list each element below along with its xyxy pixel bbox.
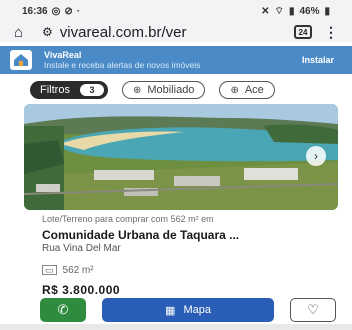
next-photo-button[interactable]: › <box>306 146 326 166</box>
filter-chip-label: Ace <box>244 84 264 96</box>
vivareal-logo <box>10 50 32 70</box>
listing-kind: Lote/Terreno para comprar com 562 m² em <box>42 214 214 224</box>
battery-level: 46% <box>299 5 320 17</box>
listing-area: ▭ 562 m² <box>42 261 342 279</box>
plus-icon: ⊕ <box>230 84 239 96</box>
map-icon: ▦ <box>165 304 176 317</box>
map-button-label: Mapa <box>183 304 211 316</box>
page-bottom-edge <box>0 324 352 330</box>
notification-icon: ⊘ <box>64 5 73 17</box>
filter-bar: Filtros 3 ⊕ Mobiliado ⊕ Ace <box>0 80 352 100</box>
listing-photo[interactable] <box>24 104 338 210</box>
mute-icon: ✕ <box>261 5 270 17</box>
status-bar: 16:36 ◎ ⊘ · ✕ ⌔ ▮ 46% ▮ <box>0 0 352 22</box>
whatsapp-icon: ✆ <box>57 302 69 317</box>
filters-button[interactable]: Filtros 3 <box>30 81 108 99</box>
favorite-button[interactable]: ♡ <box>290 298 336 322</box>
banner-brand: VivaReal <box>44 50 82 60</box>
listing-actions: ✆ ▦ Mapa ♡ <box>40 298 336 322</box>
whatsapp-button[interactable]: ✆ <box>40 298 86 322</box>
listing-card[interactable]: Lote/Terreno para comprar com 562 m² em … <box>42 214 342 297</box>
listing-area-value: 562 m² <box>62 264 94 276</box>
listing-title[interactable]: Comunidade Urbana de Taquara ... <box>42 228 342 243</box>
notification-icon: ◎ <box>51 5 61 17</box>
chevron-right-icon: › <box>314 149 318 163</box>
plus-icon: ⊕ <box>132 84 142 96</box>
heart-icon: ♡ <box>307 302 319 317</box>
home-icon[interactable]: ⌂ <box>14 24 28 41</box>
more-menu-icon[interactable]: ⋮ <box>324 24 338 41</box>
filters-count-badge: 3 <box>79 84 104 96</box>
banner-description: Instale e receba alertas de novos imóvei… <box>44 60 201 70</box>
listing-price: R$ 3.800.000 <box>42 283 121 297</box>
area-icon: ▭ <box>42 265 57 275</box>
tab-switcher-button[interactable]: 24 <box>294 25 312 39</box>
notification-icon: · <box>76 5 81 17</box>
status-time: 16:36 <box>22 5 48 17</box>
signal-icon: ▮ <box>288 5 295 17</box>
wifi-icon: ⌔ <box>274 5 284 17</box>
battery-icon: ▮ <box>324 5 330 17</box>
filter-chip-mobiliado[interactable]: ⊕ Mobiliado <box>121 81 206 99</box>
filter-chip-label: Mobiliado <box>147 84 195 96</box>
install-button[interactable]: Instalar <box>302 55 334 65</box>
site-settings-icon[interactable]: ⚙ <box>42 25 53 39</box>
browser-url-bar: ⌂ ⚙ vivareal.com.br/ver 24 ⋮ <box>0 22 352 42</box>
url-field[interactable]: vivareal.com.br/ver <box>60 24 286 41</box>
listing-address: Rua Vina Del Mar <box>42 243 121 254</box>
app-install-banner[interactable]: VivaReal Instale e receba alertas de nov… <box>0 46 352 74</box>
map-button[interactable]: ▦ Mapa <box>102 298 274 322</box>
filters-label: Filtros <box>40 84 70 96</box>
filter-chip-ace[interactable]: ⊕ Ace <box>219 81 275 99</box>
